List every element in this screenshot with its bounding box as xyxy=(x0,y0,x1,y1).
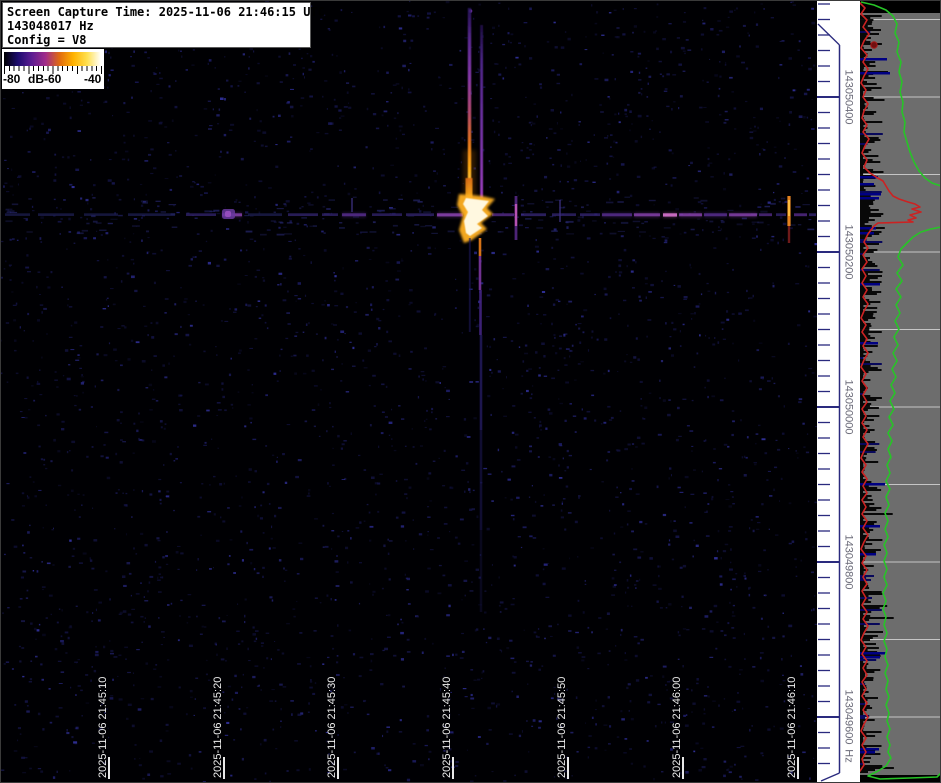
frequency-text: 143048017 Hz xyxy=(7,19,310,33)
colorbar-label-unit: dB xyxy=(28,72,44,86)
panel-navy-bar xyxy=(860,342,878,345)
freq-unit-label: Hz xyxy=(843,749,855,762)
red-marker-dot xyxy=(871,42,877,48)
colorbar-gradient xyxy=(4,52,101,66)
info-box: Screen Capture Time: 2025-11-06 21:46:15… xyxy=(2,2,311,48)
panel-navy-bar xyxy=(860,751,875,754)
spectrogram-waterfall: 2025-11-06 21:45:10 2025-11-06 21:45:20 20… xyxy=(0,0,817,783)
spectrum-capture-screen: 2025-11-06 21:45:10 2025-11-06 21:45:20 20… xyxy=(0,0,941,783)
echo-secondary-column xyxy=(480,25,483,198)
echo-tail xyxy=(480,335,483,430)
time-tick-label: 2025-11-06 21:46:10 xyxy=(786,677,798,778)
panel-top-band xyxy=(860,0,941,13)
time-tick-label: 2025-11-06 21:45:20 xyxy=(212,677,224,778)
echo-tail xyxy=(479,256,482,290)
config-text: Config = V8 xyxy=(7,33,310,47)
time-tick-label: 2025-11-06 21:45:10 xyxy=(97,677,109,778)
panel-navy-bar xyxy=(860,652,886,655)
panel-navy-bar xyxy=(860,197,879,200)
colorbar-label-min: -80 xyxy=(3,72,20,86)
panel-background xyxy=(860,0,941,783)
colorbar: -80 dB -60 -40 xyxy=(2,49,104,89)
freq-tick-label: 143050400 xyxy=(843,69,855,124)
colorbar-labels: -80 dB -60 -40 xyxy=(2,71,104,87)
spectrum-side-panel xyxy=(860,0,941,783)
echo-tail xyxy=(479,290,482,335)
frequency-axis: 143050400 143050200 143050000 143049800 1430… xyxy=(817,0,860,783)
freq-tick-label: 143049800 xyxy=(843,534,855,589)
panel-navy-bar xyxy=(860,193,881,196)
echo-tail xyxy=(480,430,483,530)
capture-time-text: Screen Capture Time: 2025-11-06 21:46:15… xyxy=(7,5,310,19)
panel-navy-bar xyxy=(860,553,876,556)
time-tick-label: 2025-11-06 21:46:00 xyxy=(671,677,683,778)
echo-tail xyxy=(480,530,483,612)
freq-tick-label: 143049600 xyxy=(843,689,855,744)
freq-axis-diagonal-bottom xyxy=(821,773,840,781)
colorbar-label-mid: -60 xyxy=(44,72,61,86)
freq-tick-label: 143050000 xyxy=(843,379,855,434)
colorbar-label-max: -40 xyxy=(84,72,101,86)
time-tick-label: 2025-11-06 21:45:30 xyxy=(326,677,338,778)
freq-axis-group: 143050400 143050200 143050000 143049800 1430… xyxy=(817,4,855,781)
freq-tick-label: 143050200 xyxy=(843,224,855,279)
panel-navy-bar xyxy=(860,183,874,186)
panel-navy-bar xyxy=(860,232,874,235)
waterfall-background xyxy=(0,0,817,783)
echo-tail xyxy=(479,238,482,256)
panel-navy-bar xyxy=(860,748,879,751)
time-tick-label: 2025-11-06 21:45:50 xyxy=(556,677,568,778)
time-tick-label: 2025-11-06 21:45:40 xyxy=(441,677,453,778)
